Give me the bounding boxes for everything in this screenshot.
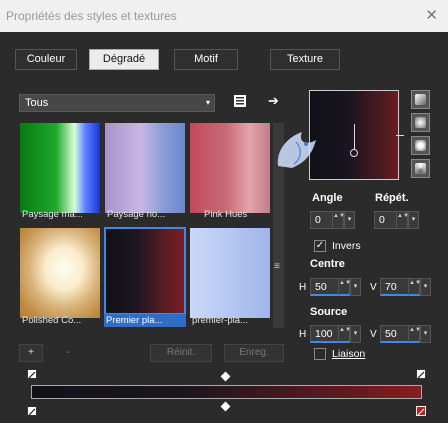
- category-dropdown[interactable]: Tous ▾: [19, 94, 215, 112]
- gradient-tile-paysage-ma[interactable]: [20, 123, 100, 213]
- centre-label: Centre: [310, 258, 345, 270]
- repeat-spinner[interactable]: 0 ▲▼: [374, 211, 409, 229]
- gradient-tile-polished-co[interactable]: [20, 228, 100, 318]
- gradient-stop-start[interactable]: [27, 369, 37, 379]
- spinner-arrows-icon[interactable]: ▲▼: [408, 326, 421, 342]
- angle-spinner[interactable]: 0 ▲▼: [310, 211, 345, 229]
- centre-h-spinner[interactable]: 50 ▲▼: [310, 278, 351, 296]
- scrollbar-grip-icon[interactable]: ≡: [274, 261, 280, 272]
- tab-texture[interactable]: Texture: [270, 49, 340, 70]
- centre-h-value: 50: [315, 281, 327, 293]
- category-value: Tous: [25, 97, 49, 109]
- gradient-stop-end[interactable]: [416, 369, 426, 379]
- centre-v-spinner[interactable]: 70 ▲▼: [380, 278, 421, 296]
- gradient-midpoint-top[interactable]: [220, 371, 231, 382]
- tab-degrade[interactable]: Dégradé: [89, 49, 159, 70]
- tile-label: Paysage ma...: [22, 209, 83, 220]
- tile-label-selected: Premier pla...: [104, 314, 186, 327]
- arrow-right-icon[interactable]: ➔: [268, 93, 279, 109]
- spinner-arrows-icon[interactable]: ▲▼: [408, 279, 421, 295]
- save-button[interactable]: Enreg.: [224, 344, 284, 362]
- repeat-dropdown[interactable]: ▾: [408, 211, 419, 229]
- repeat-label: Répét.: [375, 192, 409, 204]
- link-label: Liaison: [332, 348, 366, 360]
- tile-label: Paysage no...: [107, 209, 166, 220]
- gradient-tile-paysage-no[interactable]: [105, 123, 185, 213]
- window-title: Propriétés des styles et textures: [6, 9, 177, 23]
- source-v-label: V: [370, 329, 377, 340]
- centre-h-label: H: [299, 282, 307, 293]
- spinner-arrows-icon[interactable]: ▲▼: [338, 326, 351, 342]
- preview-edge-handle[interactable]: [396, 135, 404, 136]
- gradient-tile-pink-hues[interactable]: [190, 123, 270, 213]
- gradient-center-handle[interactable]: [354, 124, 355, 150]
- watermark-logo: [272, 128, 324, 174]
- tab-couleur[interactable]: Couleur: [15, 49, 77, 70]
- gradient-bar[interactable]: [31, 385, 422, 399]
- centre-v-dropdown[interactable]: ▾: [420, 278, 431, 296]
- spinner-arrows-icon[interactable]: ▲▼: [332, 212, 345, 228]
- centre-v-label: V: [370, 282, 377, 293]
- source-v-dropdown[interactable]: ▾: [420, 325, 431, 343]
- add-button[interactable]: +: [19, 344, 43, 362]
- source-h-spinner[interactable]: 100 ▲▼: [310, 325, 351, 343]
- spinner-arrows-icon[interactable]: ▲▼: [396, 212, 409, 228]
- linear-style-button[interactable]: [411, 90, 430, 109]
- angle-dropdown[interactable]: ▾: [344, 211, 355, 229]
- source-label: Source: [310, 306, 348, 318]
- angle-value: 0: [315, 214, 321, 226]
- source-h-label: H: [299, 329, 307, 340]
- invert-label: Invers: [332, 240, 361, 252]
- tile-label: premier-pla...: [192, 315, 248, 326]
- repeat-value: 0: [379, 214, 385, 226]
- spinner-arrows-icon[interactable]: ▲▼: [338, 279, 351, 295]
- close-icon[interactable]: ✕: [425, 6, 438, 24]
- gradient-stop-end-bottom[interactable]: [416, 406, 426, 416]
- gradient-stop-start-bottom[interactable]: [27, 406, 37, 416]
- radial-style-button[interactable]: [411, 159, 430, 178]
- invert-checkbox[interactable]: ✓: [314, 240, 326, 252]
- source-v-spinner[interactable]: 50 ▲▼: [380, 325, 421, 343]
- gradient-tile-premier-pla-2[interactable]: [190, 228, 270, 318]
- source-v-value: 50: [385, 328, 397, 340]
- book-icon[interactable]: [233, 94, 247, 108]
- centre-v-value: 70: [385, 281, 397, 293]
- centre-h-dropdown[interactable]: ▾: [350, 278, 361, 296]
- sunburst-style-button[interactable]: [411, 136, 430, 155]
- gradient-midpoint-bottom[interactable]: [220, 401, 231, 412]
- source-h-dropdown[interactable]: ▾: [350, 325, 361, 343]
- gradient-center-point[interactable]: [350, 149, 358, 157]
- title-bar: Propriétés des styles et textures ✕: [0, 0, 448, 32]
- tile-label: Pink Hues: [204, 209, 248, 220]
- chevron-down-icon: ▾: [205, 98, 210, 107]
- reset-button[interactable]: Réinit.: [150, 344, 212, 362]
- tab-motif[interactable]: Motif: [174, 49, 238, 70]
- remove-button[interactable]: -: [56, 344, 80, 362]
- link-checkbox[interactable]: [314, 348, 326, 360]
- gradient-tile-premier-pla-selected[interactable]: [104, 227, 186, 315]
- source-h-value: 100: [315, 328, 333, 340]
- tile-label: Polished Co...: [22, 315, 82, 326]
- angle-label: Angle: [312, 192, 343, 204]
- rectangular-style-button[interactable]: [411, 113, 430, 132]
